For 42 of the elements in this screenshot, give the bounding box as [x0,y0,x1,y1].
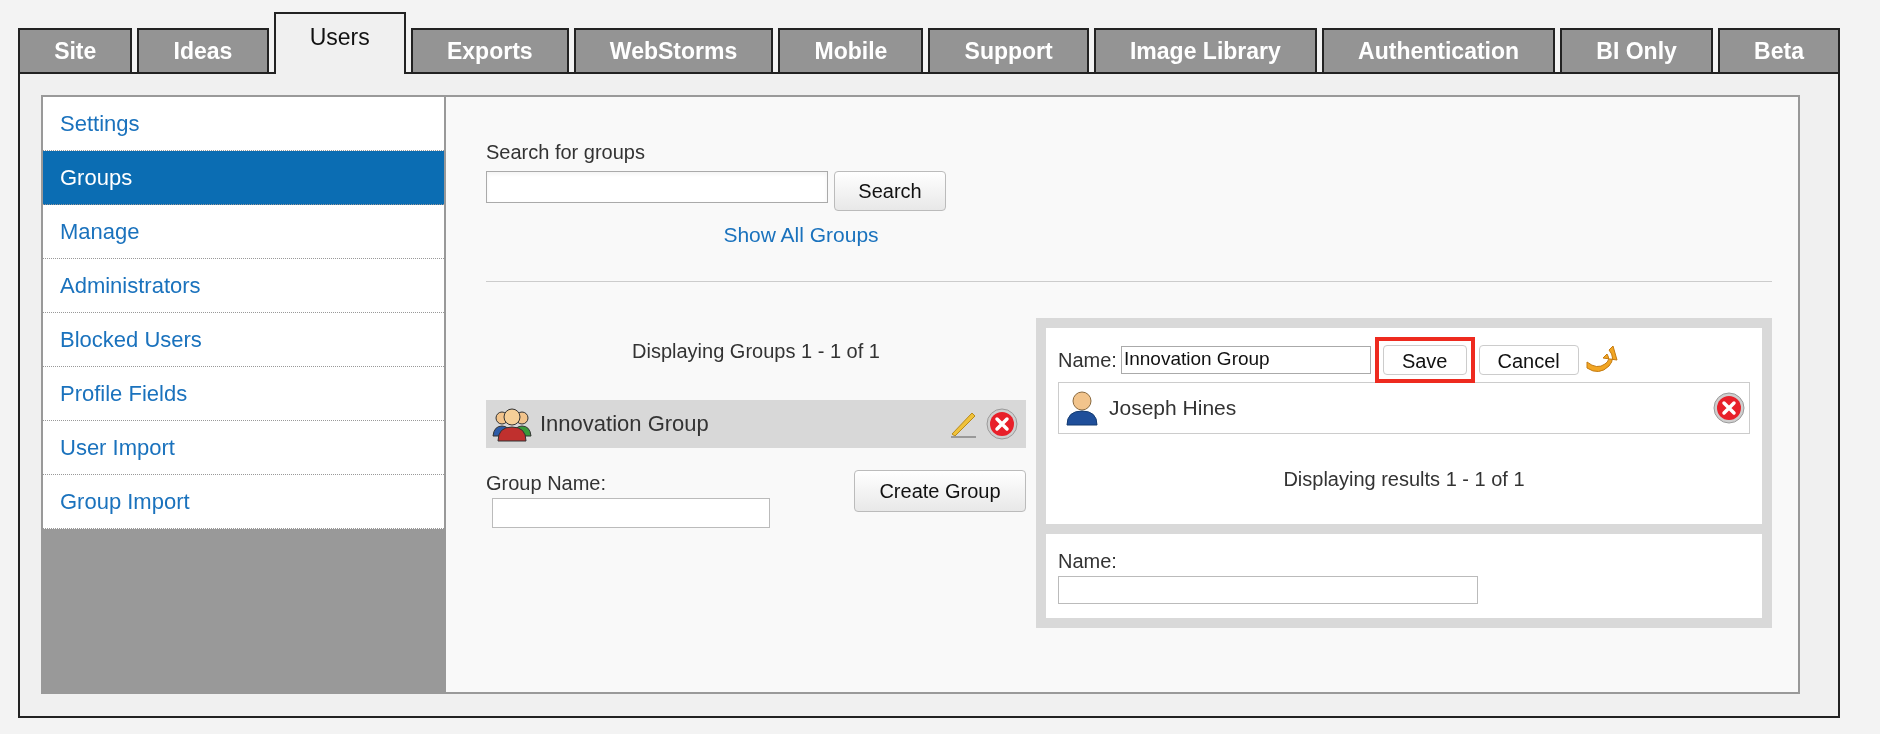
tab[interactable]: Image Library [1093,28,1317,72]
groups-summary: Displaying Groups 1 - 1 of 1 [631,338,881,364]
person-icon [1065,389,1099,426]
tab[interactable]: Exports [410,28,569,72]
sidebar-item[interactable]: Groups [43,151,444,205]
search-label: Search for groups [486,140,646,165]
sidebar-item[interactable]: Administrators [43,259,444,313]
member-name-field[interactable] [1058,575,1478,604]
search-field[interactable] [486,171,828,203]
group-name-input[interactable]: Innovation Group [1120,345,1371,374]
search-button[interactable]: Search [834,171,946,211]
name-label: Name: [1058,347,1117,373]
group-row[interactable]: Innovation Group [486,399,1026,448]
tab[interactable]: WebStorms [573,28,774,72]
member-name-label: Name: [1058,548,1118,574]
create-group-button[interactable]: Create Group [854,469,1026,512]
show-all-groups-link[interactable]: Show All Groups [723,219,879,251]
tab[interactable]: Users [273,12,406,74]
group-icon [492,405,532,442]
results-summary: Displaying results 1 - 1 of 1 [1282,466,1526,492]
save-button[interactable]: Save [1382,344,1467,375]
cancel-button[interactable]: Cancel [1478,344,1579,375]
delete-icon[interactable] [986,407,1018,440]
tab[interactable]: Site [18,28,133,72]
tab[interactable]: Mobile [778,28,924,72]
sidebar-item[interactable]: Manage [43,205,444,259]
tab[interactable]: Support [928,28,1089,72]
tab[interactable]: Authentication [1321,28,1556,72]
tab[interactable]: BI Only [1560,28,1713,72]
delete-icon[interactable] [1713,391,1745,424]
sidebar-item[interactable]: Profile Fields [43,367,444,421]
sidebar-item[interactable]: Blocked Users [43,313,444,367]
sidebar-item[interactable]: User Import [43,421,444,475]
sidebar-item[interactable]: Settings [43,97,444,151]
group-name: Innovation Group [540,410,710,438]
group-name-label: Group Name: [486,470,608,496]
tab[interactable]: Ideas [137,28,269,72]
group-name-field[interactable] [492,497,770,528]
tab[interactable]: Beta [1717,28,1841,72]
member-name: Joseph Hines [1109,394,1238,421]
member-row[interactable]: Joseph Hines [1058,381,1750,434]
sidebar-item[interactable]: Group Import [43,475,444,529]
